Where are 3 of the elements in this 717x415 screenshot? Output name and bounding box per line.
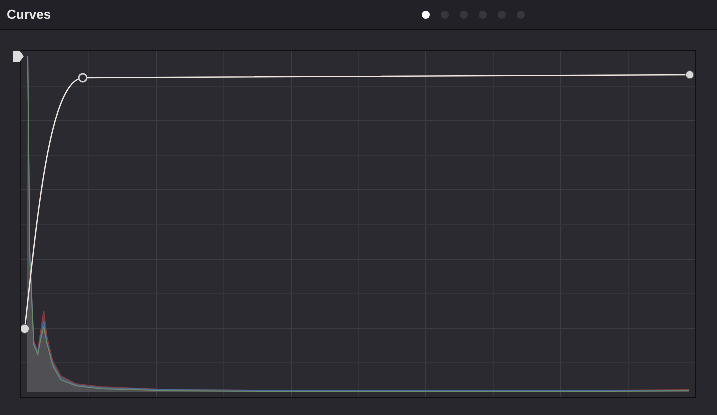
curve-drawing[interactable] (21, 70, 694, 334)
panel-title: Curves (7, 6, 52, 24)
marker-icon[interactable] (12, 50, 25, 63)
